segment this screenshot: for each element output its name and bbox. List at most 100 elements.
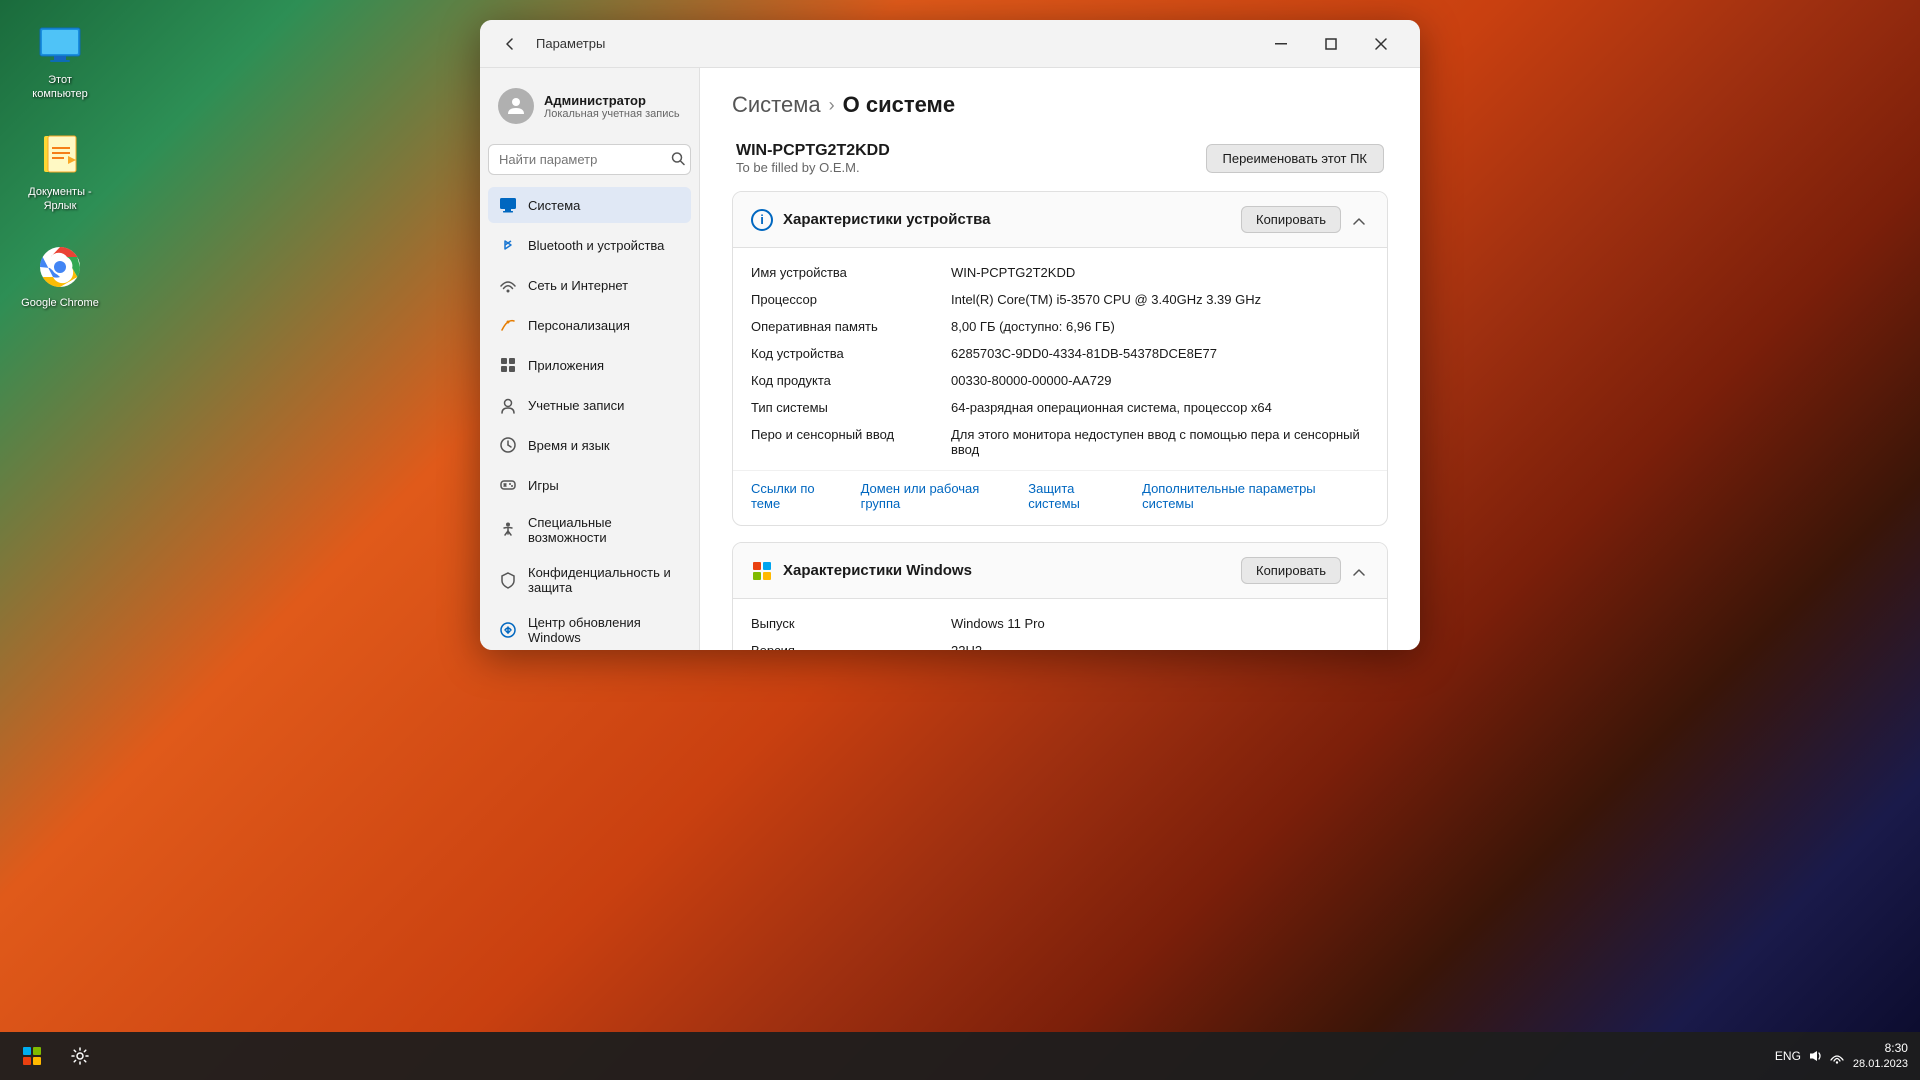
accounts-icon	[498, 395, 518, 415]
nav-label-accounts: Учетные записи	[528, 398, 624, 413]
nav-item-personalization[interactable]: Персонализация	[488, 307, 691, 343]
info-row-pen: Перо и сенсорный ввод Для этого монитора…	[751, 424, 1369, 460]
taskbar-settings-button[interactable]	[60, 1036, 100, 1076]
info-value-edition: Windows 11 Pro	[951, 616, 1045, 631]
device-copy-button[interactable]: Копировать	[1241, 206, 1341, 233]
info-label-processor: Процессор	[751, 292, 951, 307]
nav-item-games[interactable]: Игры	[488, 467, 691, 503]
device-collapse-button[interactable]	[1349, 208, 1369, 232]
link-related-topics[interactable]: Ссылки по теме	[751, 481, 861, 511]
language-indicator: ENG	[1775, 1049, 1801, 1063]
nav-item-accounts[interactable]: Учетные записи	[488, 387, 691, 423]
nav-item-windows-update[interactable]: Центр обновления Windows	[488, 607, 691, 650]
window-body: Администратор Локальная учетная запись	[480, 68, 1420, 650]
chrome-icon	[36, 243, 84, 291]
info-value-pen: Для этого монитора недоступен ввод с пом…	[951, 427, 1369, 457]
search-input[interactable]	[488, 144, 691, 175]
nav-item-accessibility[interactable]: Специальные возможности	[488, 507, 691, 553]
info-label-device-id: Код устройства	[751, 346, 951, 361]
taskbar-clock: 8:30 28.01.2023	[1853, 1040, 1908, 1072]
speaker-icon	[1807, 1048, 1823, 1064]
main-content: Система › О системе WIN-PCPTG2T2KDD To b…	[700, 68, 1420, 650]
start-button[interactable]	[12, 1036, 52, 1076]
windows-section-controls: Копировать	[1241, 557, 1369, 584]
search-box	[488, 144, 691, 175]
device-section-controls: Копировать	[1241, 206, 1369, 233]
nav-item-bluetooth[interactable]: Bluetooth и устройства	[488, 227, 691, 263]
minimize-button[interactable]	[1258, 28, 1304, 60]
desktop-icon-this-pc[interactable]: Этот компьютер	[20, 20, 100, 102]
device-section-title: Характеристики устройства	[783, 211, 991, 228]
windows-logo-icon	[751, 560, 773, 582]
windows-copy-button[interactable]: Копировать	[1241, 557, 1341, 584]
nav-label-personalization: Персонализация	[528, 318, 630, 333]
info-label-ram: Оперативная память	[751, 319, 951, 334]
close-button[interactable]	[1358, 28, 1404, 60]
desktop-icons-container: Этот компьютер Документы - Ярлык	[20, 20, 100, 310]
info-row-product-id: Код продукта 00330-80000-00000-AA729	[751, 370, 1369, 391]
info-label-device-name: Имя устройства	[751, 265, 951, 280]
breadcrumb: Система › О системе	[732, 92, 1388, 118]
taskbar-time-display: 8:30	[1853, 1040, 1908, 1057]
device-section-header: i Характеристики устройства Копировать	[733, 192, 1387, 248]
link-advanced-settings[interactable]: Дополнительные параметры системы	[1142, 481, 1369, 511]
nav-item-time[interactable]: Время и язык	[488, 427, 691, 463]
chrome-label: Google Chrome	[21, 296, 99, 310]
device-section-links: Ссылки по теме Домен или рабочая группа …	[733, 470, 1387, 525]
back-button[interactable]	[496, 30, 524, 58]
title-bar-title: Параметры	[536, 36, 605, 51]
device-section: i Характеристики устройства Копировать	[732, 191, 1388, 526]
settings-window: Параметры	[480, 20, 1420, 650]
info-label-version: Версия	[751, 643, 951, 650]
nav-item-system[interactable]: Система	[488, 187, 691, 223]
desktop-icon-chrome[interactable]: Google Chrome	[20, 243, 100, 310]
taskbar-right: ENG 8:30 28.01.2023	[1775, 1040, 1908, 1072]
desktop-icon-documents[interactable]: Документы - Ярлык	[20, 132, 100, 214]
info-value-device-name: WIN-PCPTG2T2KDD	[951, 265, 1075, 280]
search-icon[interactable]	[671, 151, 685, 168]
network-icon	[498, 275, 518, 295]
windows-section: Характеристики Windows Копировать Выпуск	[732, 542, 1388, 650]
info-label-product-id: Код продукта	[751, 373, 951, 388]
documents-icon	[36, 132, 84, 180]
taskbar: ENG 8:30 28.01.2023	[0, 1032, 1920, 1080]
info-row-device-id: Код устройства 6285703C-9DD0-4334-81DB-5…	[751, 343, 1369, 364]
nav-label-windows-update: Центр обновления Windows	[528, 615, 681, 645]
info-row-ram: Оперативная память 8,00 ГБ (доступно: 6,…	[751, 316, 1369, 337]
nav-label-time: Время и язык	[528, 438, 610, 453]
pc-oem: To be filled by O.E.M.	[736, 160, 890, 175]
link-domain[interactable]: Домен или рабочая группа	[861, 481, 1029, 511]
info-label-edition: Выпуск	[751, 616, 951, 631]
windows-section-title-group: Характеристики Windows	[751, 560, 972, 582]
documents-label: Документы - Ярлык	[20, 185, 100, 214]
device-section-title-group: i Характеристики устройства	[751, 209, 991, 231]
taskbar-date-display: 28.01.2023	[1853, 1057, 1908, 1072]
windows-section-title: Характеристики Windows	[783, 562, 972, 579]
info-value-version: 22H2	[951, 643, 982, 650]
this-pc-label: Этот компьютер	[20, 73, 100, 102]
user-name: Администратор	[544, 93, 680, 108]
taskbar-left	[12, 1036, 100, 1076]
title-bar: Параметры	[480, 20, 1420, 68]
accessibility-icon	[498, 520, 518, 540]
apps-icon	[498, 355, 518, 375]
info-label-system-type: Тип системы	[751, 400, 951, 415]
breadcrumb-current: О системе	[843, 92, 955, 118]
nav-item-privacy[interactable]: Конфиденциальность и защита	[488, 557, 691, 603]
rename-pc-button[interactable]: Переименовать этот ПК	[1206, 144, 1385, 173]
nav-label-privacy: Конфиденциальность и защита	[528, 565, 681, 595]
maximize-button[interactable]	[1308, 28, 1354, 60]
link-system-protection[interactable]: Защита системы	[1028, 481, 1142, 511]
info-row-processor: Процессор Intel(R) Core(TM) i5-3570 CPU …	[751, 289, 1369, 310]
info-value-ram: 8,00 ГБ (доступно: 6,96 ГБ)	[951, 319, 1115, 334]
windows-update-icon	[498, 620, 518, 640]
windows-collapse-button[interactable]	[1349, 559, 1369, 583]
device-info-icon: i	[751, 209, 773, 231]
nav-item-network[interactable]: Сеть и Интернет	[488, 267, 691, 303]
nav-item-apps[interactable]: Приложения	[488, 347, 691, 383]
nav-label-accessibility: Специальные возможности	[528, 515, 681, 545]
user-info: Администратор Локальная учетная запись	[544, 93, 680, 120]
user-role: Локальная учетная запись	[544, 108, 680, 120]
info-value-device-id: 6285703C-9DD0-4334-81DB-54378DCE8E77	[951, 346, 1217, 361]
nav-label-apps: Приложения	[528, 358, 604, 373]
